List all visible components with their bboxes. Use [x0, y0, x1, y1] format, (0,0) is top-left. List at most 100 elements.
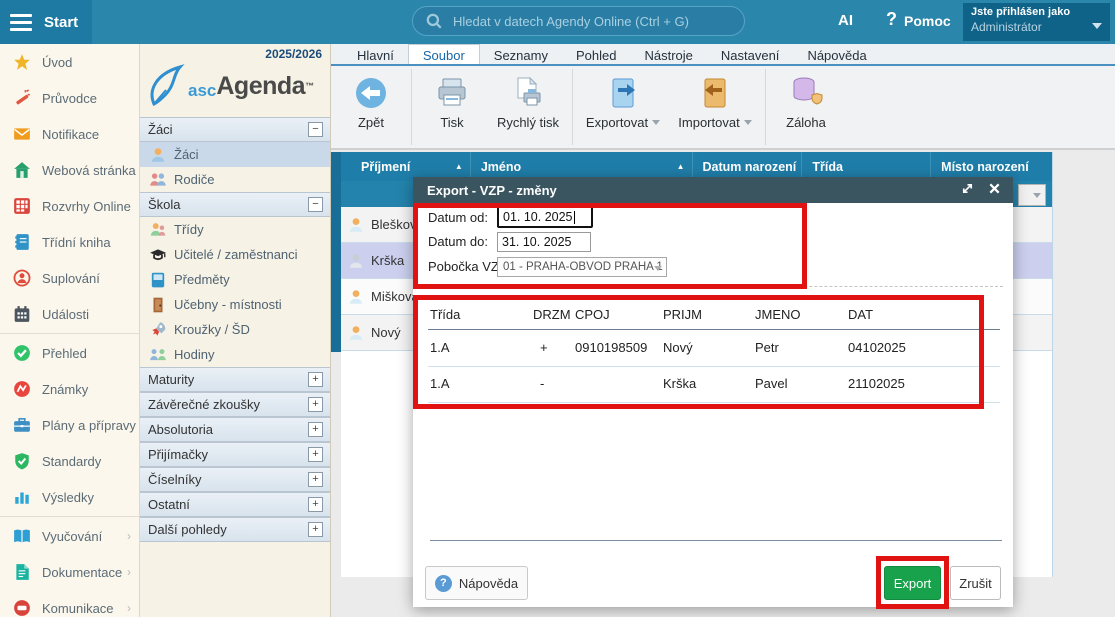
filter-dropdown[interactable] — [1018, 184, 1046, 206]
star-icon — [13, 53, 31, 71]
dropdown-arrow-icon — [654, 266, 662, 271]
question-circle-icon: ? — [435, 575, 452, 592]
tree-item-predmety[interactable]: Předměty — [140, 267, 330, 292]
import-menu-button[interactable]: Importovat — [669, 69, 761, 130]
expand-box-icon[interactable]: + — [308, 397, 323, 412]
user-menu[interactable]: Jste přihlášen jako Administrátor — [963, 3, 1110, 41]
global-search[interactable] — [412, 6, 745, 36]
tree-section-prijimacky[interactable]: Přijímačky + — [140, 442, 330, 467]
dropdown-arrow-icon — [1033, 193, 1041, 198]
ai-button[interactable]: AI — [838, 12, 853, 29]
student-icon — [347, 324, 365, 342]
tree-section-maturity[interactable]: Maturity + — [140, 367, 330, 392]
notebook-icon — [13, 233, 31, 251]
sidebar-item-dokumentace[interactable]: Dokumentace › — [0, 554, 139, 590]
tree-item-hodiny[interactable]: Hodiny — [140, 342, 330, 367]
datum-od-input[interactable]: 01. 10. 2025 — [497, 206, 593, 228]
export-button[interactable]: Export — [884, 566, 941, 600]
sidebar-item-rozvrhy-online[interactable]: Rozvrhy Online — [0, 188, 139, 224]
print-button[interactable]: Tisk — [416, 69, 488, 130]
sidebar-item-pruvodce[interactable]: Průvodce — [0, 80, 139, 116]
tab-nastroje[interactable]: Nástroje — [630, 44, 706, 64]
expand-box-icon[interactable]: + — [308, 422, 323, 437]
back-button[interactable]: Zpět — [335, 69, 407, 130]
table-left-splitter[interactable] — [331, 152, 341, 352]
tab-pohled[interactable]: Pohled — [562, 44, 630, 64]
field-label-datum-do: Datum do: — [428, 234, 488, 249]
tab-hlavni[interactable]: Hlavní — [343, 44, 408, 64]
sort-asc-icon: ▲ — [455, 162, 463, 171]
sidebar-item-plany-a-pripravy[interactable]: Plány a přípravy — [0, 407, 139, 443]
export-col-prijm: PRIJM — [663, 307, 702, 322]
sidebar-item-udalosti[interactable]: Události — [0, 296, 139, 332]
tree-section-skola[interactable]: Škola − — [140, 192, 330, 217]
tree-item-rodice[interactable]: Rodiče — [140, 167, 330, 192]
sidebar-item-vyucovani[interactable]: Vyučování › — [0, 518, 139, 554]
substitute-person-icon — [13, 269, 31, 287]
expand-box-icon[interactable]: + — [308, 497, 323, 512]
field-label-datum-od: Datum od: — [428, 210, 488, 225]
sidebar-item-tridni-kniha[interactable]: Třídní kniha — [0, 224, 139, 260]
import-icon — [697, 75, 733, 111]
expand-box-icon[interactable]: + — [308, 372, 323, 387]
expand-box-icon[interactable]: + — [308, 522, 323, 537]
tree-item-ucebny[interactable]: Učebny - místnosti — [140, 292, 330, 317]
sidebar-item-znamky[interactable]: Známky — [0, 371, 139, 407]
export-table-header-line — [428, 329, 1000, 330]
help-button[interactable]: ? Nápověda — [425, 566, 528, 600]
export-icon — [605, 75, 641, 111]
tab-nastaveni[interactable]: Nastavení — [707, 44, 794, 64]
dialog-title-bar[interactable]: Export - VZP - změny — [413, 177, 1013, 203]
close-icon[interactable] — [988, 182, 1001, 195]
cancel-button[interactable]: Zrušit — [950, 566, 1001, 600]
tree-section-ostatni[interactable]: Ostatní + — [140, 492, 330, 517]
tree-item-krouzky[interactable]: Kroužky / ŠD — [140, 317, 330, 342]
sidebar-item-suplovani[interactable]: Suplování — [0, 260, 139, 296]
pobocka-vzp-select[interactable]: 01 - PRAHA-OBVOD PRAHA 1 — [497, 257, 667, 277]
collapse-box-icon[interactable]: − — [308, 197, 323, 212]
help-button[interactable]: Pomoc — [904, 13, 951, 29]
tree-item-zaci[interactable]: Žáci — [140, 142, 330, 167]
tree-section-ciselniky[interactable]: Číselníky + — [140, 467, 330, 492]
wand-icon — [13, 89, 31, 107]
grades-icon — [13, 380, 31, 398]
export-menu-button[interactable]: Exportovat — [577, 69, 669, 130]
sidebar-divider — [0, 333, 139, 334]
hamburger-icon[interactable] — [10, 14, 32, 31]
search-input[interactable] — [451, 13, 732, 30]
expand-box-icon[interactable]: + — [308, 447, 323, 462]
sidebar-item-standardy[interactable]: Standardy — [0, 443, 139, 479]
tab-napoveda[interactable]: Nápověda — [793, 44, 880, 64]
sidebar-item-prehled[interactable]: Přehled — [0, 335, 139, 371]
sidebar-item-komunikace[interactable]: Komunikace › — [0, 590, 139, 617]
tree-section-zaci[interactable]: Žáci − — [140, 117, 330, 142]
tree-section-dalsi-pohledy[interactable]: Další pohledy + — [140, 517, 330, 542]
database-backup-icon — [788, 75, 824, 111]
sidebar-item-uvod[interactable]: Úvod — [0, 44, 139, 80]
collapse-box-icon[interactable]: − — [308, 122, 323, 137]
datum-do-input[interactable]: 31. 10. 2025 — [497, 232, 591, 252]
quick-print-button[interactable]: Rychlý tisk — [488, 69, 568, 130]
tree-section-zaverecne-zkousky[interactable]: Závěrečné zkoušky + — [140, 392, 330, 417]
tree-item-tridy[interactable]: Třídy — [140, 217, 330, 242]
export-col-drzm: DRZM — [533, 307, 571, 322]
expand-box-icon[interactable]: + — [308, 472, 323, 487]
start-menu[interactable]: Start — [0, 0, 92, 44]
help-question-icon[interactable]: ? — [886, 9, 897, 30]
tree-section-absolutoria[interactable]: Absolutoria + — [140, 417, 330, 442]
dropdown-arrow-icon — [652, 120, 660, 125]
sidebar-item-webova-stranka[interactable]: Webová stránka — [0, 152, 139, 188]
tree-item-ucitele[interactable]: Učitelé / zaměstnanci — [140, 242, 330, 267]
student-icon — [149, 146, 167, 164]
sort-asc-icon: ▲ — [677, 162, 685, 171]
printer-icon — [434, 75, 470, 111]
rocket-icon — [149, 321, 167, 339]
sidebar-item-vysledky[interactable]: Výsledky — [0, 479, 139, 515]
app-window: Start AI ? Pomoc Jste přihlášen jako Adm… — [0, 0, 1115, 617]
tab-soubor[interactable]: Soubor — [408, 44, 480, 64]
tab-seznamy[interactable]: Seznamy — [480, 44, 562, 64]
sidebar-item-notifikace[interactable]: Notifikace — [0, 116, 139, 152]
dropdown-arrow-icon — [744, 120, 752, 125]
backup-button[interactable]: Záloha — [770, 69, 842, 130]
maximize-icon[interactable] — [961, 182, 974, 195]
